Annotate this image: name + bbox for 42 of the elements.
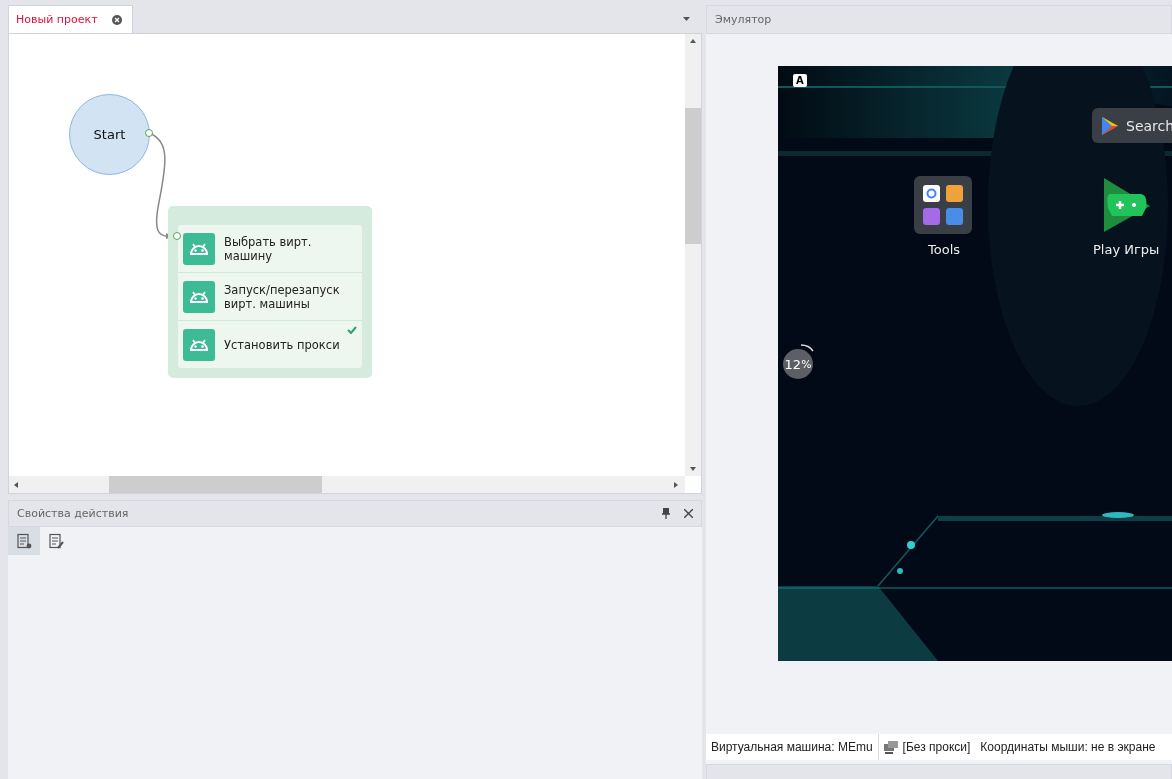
action-item[interactable]: Выбрать вирт. машину bbox=[178, 225, 362, 273]
start-node[interactable]: Start bbox=[69, 94, 150, 175]
action-label: Установить прокси bbox=[224, 338, 341, 352]
status-text: Координаты мыши: не в экране bbox=[979, 739, 1157, 756]
scroll-right-icon[interactable] bbox=[674, 482, 678, 488]
action-label: Запуск/перезапуск вирт. машины bbox=[224, 283, 341, 311]
horizontal-scrollbar[interactable] bbox=[9, 476, 685, 493]
play-store-icon bbox=[1102, 116, 1118, 135]
output-port[interactable] bbox=[145, 129, 153, 137]
panel-title: Эмулятор bbox=[715, 13, 772, 26]
view-button[interactable] bbox=[8, 527, 40, 555]
dropdown-icon[interactable] bbox=[683, 17, 690, 21]
input-port[interactable] bbox=[173, 232, 181, 240]
settings-icon bbox=[16, 533, 32, 549]
edit-icon bbox=[48, 533, 64, 549]
panel-title: Свойства действия bbox=[17, 507, 129, 520]
gamepad-icon[interactable] bbox=[1102, 178, 1152, 232]
android-icon bbox=[183, 233, 215, 265]
app-folder-icon[interactable] bbox=[914, 176, 972, 234]
pin-icon[interactable] bbox=[662, 508, 670, 519]
action-group[interactable]: Выбрать вирт. машину Запуск/перезапуск вирт. машины Установить прокси bbox=[168, 206, 372, 378]
arc-icon bbox=[800, 344, 814, 352]
app-label[interactable]: Tools bbox=[928, 242, 961, 257]
app-label[interactable]: Play Игры bbox=[1093, 242, 1160, 257]
project-tab[interactable]: Новый проект bbox=[8, 5, 133, 33]
status-text: Виртуальная машина: MEmu bbox=[706, 734, 879, 760]
android-icon bbox=[183, 329, 215, 361]
scroll-left-icon[interactable] bbox=[14, 482, 18, 488]
status-text: [Без прокси] bbox=[878, 734, 976, 760]
close-icon[interactable] bbox=[111, 14, 122, 25]
workflow-canvas[interactable]: Start Выбрать вирт. машину Запуск/перезапуск вирт. машины Установить прокси bbox=[8, 34, 702, 494]
vertical-scrollbar[interactable] bbox=[685, 34, 701, 476]
action-item[interactable]: Запуск/перезапуск вирт. машины bbox=[178, 273, 362, 321]
close-icon[interactable] bbox=[684, 509, 693, 518]
android-icon bbox=[183, 281, 215, 313]
action-item[interactable]: Установить прокси bbox=[178, 321, 362, 368]
computer-icon bbox=[883, 740, 899, 754]
scroll-up-icon[interactable] bbox=[690, 39, 696, 43]
scroll-down-icon[interactable] bbox=[690, 467, 696, 471]
search-bar[interactable]: Search bbox=[1092, 108, 1172, 143]
action-label: Выбрать вирт. машину bbox=[224, 235, 313, 263]
notification-badge: A bbox=[793, 74, 807, 87]
